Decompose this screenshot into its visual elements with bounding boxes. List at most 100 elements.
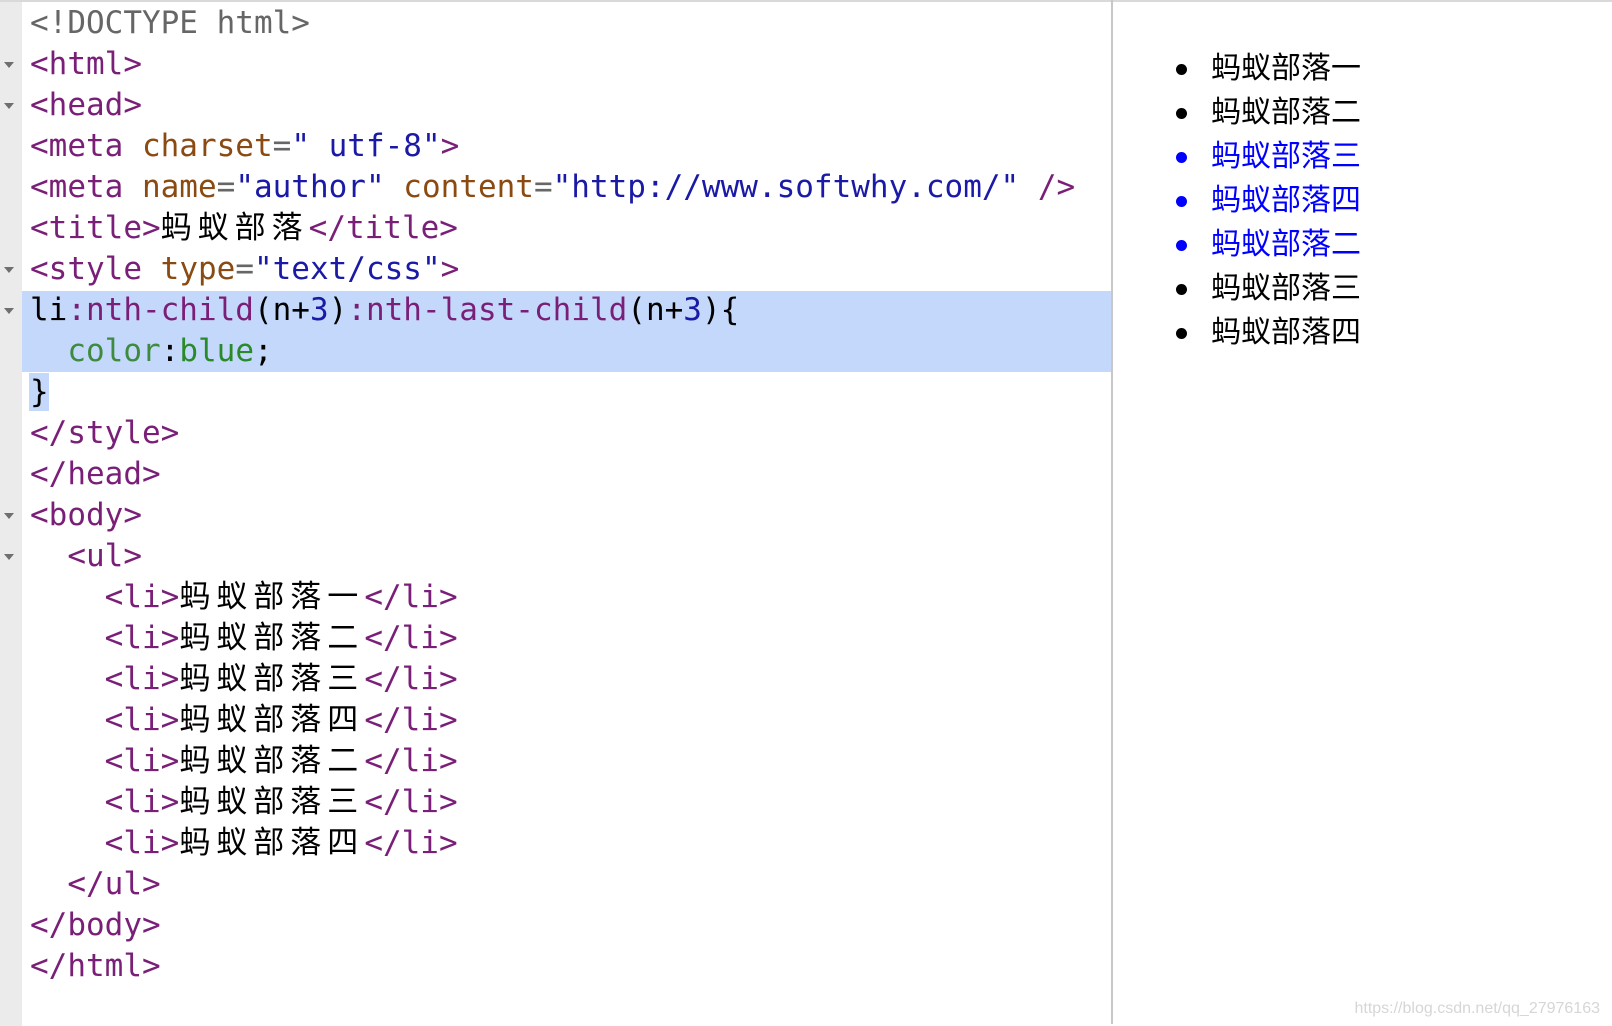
code-line: <body>: [30, 494, 142, 536]
code-token: (n+: [253, 292, 310, 328]
bullet-icon: [1176, 152, 1187, 163]
code-token: <li>: [104, 620, 180, 656]
code-line: </head>: [30, 453, 161, 495]
fold-triangle-icon[interactable]: [4, 308, 14, 314]
code-line: <li>蚂蚁部落二</li>: [30, 617, 458, 659]
code-token: </html>: [30, 948, 161, 984]
code-line: }: [30, 371, 49, 413]
code-token: </li>: [364, 579, 458, 615]
code-token: (n+: [627, 292, 684, 328]
code-token: " utf-8": [291, 128, 441, 164]
code-line: </body>: [30, 904, 161, 946]
code-line: <li>蚂蚁部落四</li>: [30, 699, 458, 741]
preview-list-item: 蚂蚁部落二: [1113, 91, 1361, 135]
preview-list-item: 蚂蚁部落三: [1113, 267, 1361, 311]
preview-item-label: 蚂蚁部落二: [1211, 227, 1361, 262]
preview-item-label: 蚂蚁部落二: [1211, 95, 1361, 130]
fold-triangle-icon[interactable]: [4, 267, 14, 273]
code-token: </li>: [364, 784, 458, 820]
code-line: <html>: [30, 43, 142, 85]
browser-preview-pane: 蚂蚁部落一 蚂蚁部落二 蚂蚁部落三 蚂蚁部落四 蚂蚁部落二 蚂蚁部落三 蚂蚁部落四: [1113, 0, 1612, 1024]
preview-item-label: 蚂蚁部落四: [1211, 183, 1361, 218]
bullet-icon: [1176, 64, 1187, 75]
code-token: </style>: [30, 415, 180, 451]
code-token: ){: [701, 292, 740, 328]
code-line: <head>: [30, 84, 142, 126]
code-token: li: [30, 292, 68, 328]
code-token: 3: [309, 292, 329, 328]
code-line: <li>蚂蚁部落四</li>: [30, 822, 458, 864]
code-line: <ul>: [30, 535, 142, 577]
bullet-icon: [1176, 328, 1187, 339]
code-token: 蚂蚁部落: [160, 210, 309, 246]
code-token: <title>: [30, 210, 161, 246]
code-token: <html>: [30, 46, 142, 82]
code-token: "text/css": [253, 251, 441, 287]
code-line: </ul>: [30, 863, 160, 905]
fold-triangle-icon[interactable]: [4, 103, 14, 109]
preview-list-item: 蚂蚁部落四: [1113, 311, 1361, 355]
code-token: :: [160, 333, 180, 369]
code-token: <ul>: [67, 538, 142, 574]
code-token: 3: [683, 292, 702, 328]
code-token: ;: [253, 333, 273, 369]
code-token: <body>: [30, 497, 142, 533]
code-editor-pane[interactable]: <!DOCTYPE html> <html> <head> <meta charset…: [0, 0, 1111, 1026]
code-token: }: [30, 374, 49, 410]
code-token: </head>: [30, 456, 161, 492]
code-token: <li>: [104, 661, 180, 697]
preview-item-label: 蚂蚁部落四: [1211, 315, 1361, 350]
code-token: </li>: [364, 620, 458, 656]
code-line: li:nth-child(n+3):nth-last-child(n+3){: [30, 289, 739, 331]
fold-triangle-icon[interactable]: [4, 513, 14, 519]
code-token: </li>: [364, 825, 458, 861]
code-token: "author": [235, 169, 404, 205]
code-token: content: [403, 169, 534, 205]
preview-list-item: 蚂蚁部落二: [1113, 223, 1361, 267]
code-line: <li>蚂蚁部落一</li>: [30, 576, 458, 618]
fold-triangle-icon[interactable]: [4, 554, 14, 560]
code-token: <meta: [30, 169, 142, 205]
preview-list-item: 蚂蚁部落四: [1113, 179, 1361, 223]
code-line: </style>: [30, 412, 179, 454]
code-token: ): [328, 292, 348, 328]
bullet-icon: [1176, 240, 1187, 251]
watermark: https://blog.csdn.net/qq_27976163: [1354, 1000, 1600, 1017]
fold-triangle-icon[interactable]: [4, 62, 14, 68]
code-line: <!DOCTYPE html>: [30, 2, 310, 44]
preview-list-item: 蚂蚁部落一: [1113, 47, 1361, 91]
code-token: <head>: [30, 87, 142, 123]
preview-item-label: 蚂蚁部落三: [1211, 271, 1361, 306]
code-line: <meta charset=" utf-8">: [30, 125, 459, 167]
code-token: =: [235, 251, 254, 287]
bullet-icon: [1176, 108, 1187, 119]
code-token: >: [440, 128, 460, 164]
code-token: 蚂蚁部落四: [179, 702, 365, 738]
code-token: </body>: [30, 907, 161, 943]
code-token: 蚂蚁部落二: [179, 620, 365, 656]
preview-list-item: 蚂蚁部落三: [1113, 135, 1361, 179]
code-token: </li>: [364, 702, 458, 738]
code-line: color:blue;: [30, 330, 273, 372]
preview-list: 蚂蚁部落一 蚂蚁部落二 蚂蚁部落三 蚂蚁部落四 蚂蚁部落二 蚂蚁部落三 蚂蚁部落四: [1113, 47, 1361, 355]
code-token: </title>: [308, 210, 458, 246]
code-line: <li>蚂蚁部落二</li>: [30, 740, 458, 782]
code-token: </li>: [364, 743, 458, 779]
code-token: 蚂蚁部落四: [179, 825, 365, 861]
code-token: =: [272, 128, 292, 164]
code-token: color: [67, 333, 161, 369]
code-token: =: [216, 169, 236, 205]
code-token: <li>: [104, 702, 180, 738]
code-line: </html>: [30, 945, 161, 987]
code-token: <!DOCTYPE html>: [30, 5, 310, 41]
code-token: <meta: [30, 128, 142, 164]
